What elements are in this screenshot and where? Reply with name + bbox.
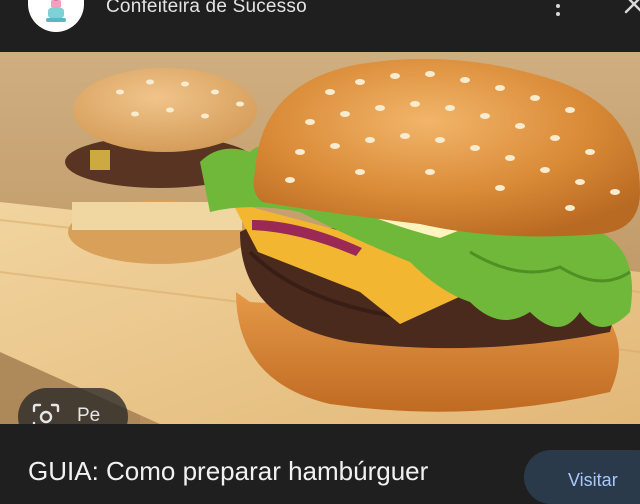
hamburger-photo[interactable]: Pe: [0, 52, 640, 424]
top-bar: Confeiteira de Sucesso: [0, 0, 640, 52]
site-name[interactable]: Confeiteira de Sucesso: [106, 0, 307, 18]
close-icon[interactable]: [622, 0, 640, 16]
lens-icon: [32, 403, 60, 424]
site-logo-icon[interactable]: [28, 0, 84, 32]
more-vert-icon[interactable]: [548, 0, 568, 22]
google-lens-button[interactable]: Pe: [18, 388, 128, 424]
page-headline[interactable]: GUIA: Como preparar hambúrguer: [28, 456, 428, 487]
lens-label: Pe: [77, 405, 101, 424]
visit-button-label[interactable]: Visitar: [568, 470, 618, 491]
